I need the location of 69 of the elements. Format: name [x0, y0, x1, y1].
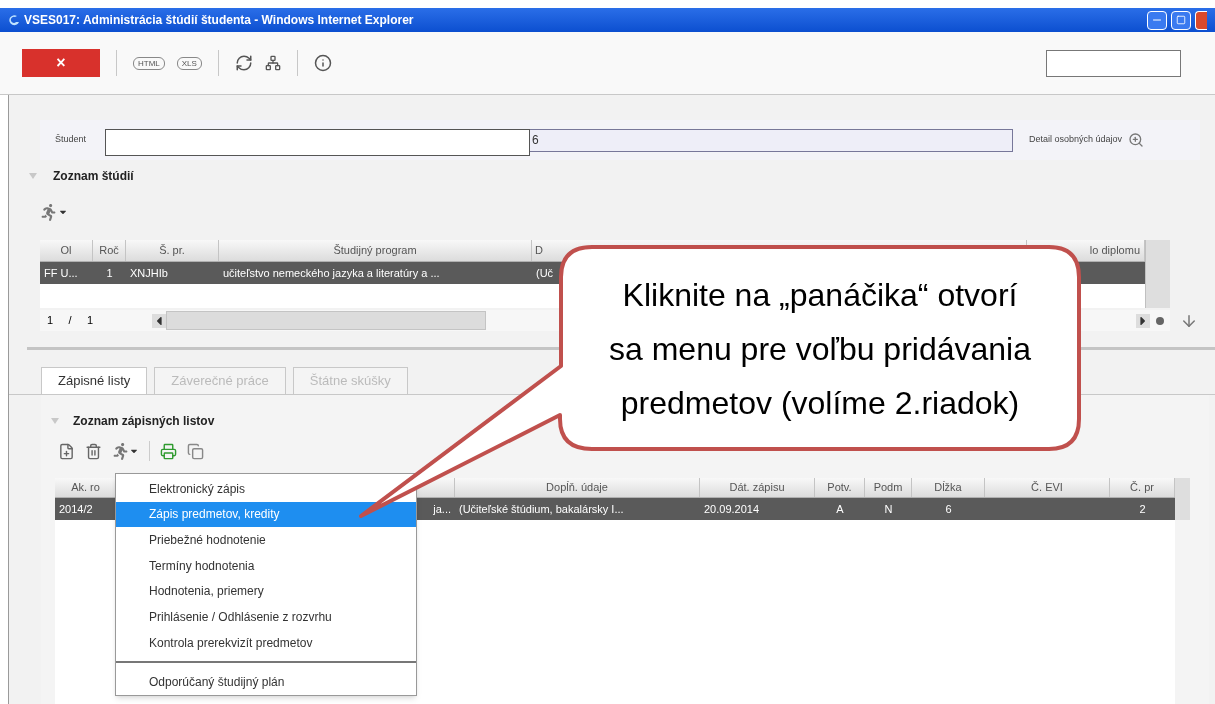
swoosh-icon [8, 14, 20, 26]
table-cell-text: A [836, 501, 844, 517]
window-title: VSES017: Administrácia štúdií študenta - Windows Internet Explorer [24, 12, 414, 29]
runner-icon[interactable] [40, 203, 57, 221]
column-header[interactable]: D [535, 242, 543, 259]
column-header[interactable]: Potv. [827, 479, 852, 496]
section-title: Zoznam štúdií [53, 168, 134, 185]
table-cell-text: 20.09.2014 [704, 501, 760, 517]
field-value: 6 [532, 132, 539, 149]
page-number: 1 [45, 313, 55, 329]
table-cell-text: ja... [433, 501, 451, 517]
column-header[interactable]: Š. pr. [159, 242, 185, 259]
runner-icon[interactable] [112, 442, 129, 460]
menu-item[interactable]: Prihlásenie / Odhlásenie z rozvrhu [116, 604, 416, 630]
table-cell-text: FF U... [44, 265, 78, 281]
trash-icon[interactable] [85, 442, 102, 460]
field-label: Študent [55, 133, 88, 147]
tab[interactable]: Zápisné listy [41, 367, 148, 394]
scroll-right-icon[interactable] [1136, 313, 1150, 328]
column-header[interactable]: Ak. ro [71, 479, 100, 496]
table-cell-text: 2 [1139, 501, 1146, 517]
column-header[interactable]: Dĺžka [934, 479, 962, 496]
column-header[interactable]: Študijný program [333, 242, 417, 259]
column-header[interactable]: Roč [99, 242, 119, 259]
column-header[interactable]: Dát. zápisu [729, 479, 785, 496]
menu-item[interactable]: Hodnotenia, priemery [116, 578, 416, 605]
table-cell-text: 1 [106, 265, 113, 281]
search-field[interactable] [1046, 49, 1181, 77]
menu-item[interactable]: Termíny hodnotenia [116, 552, 416, 579]
menu-item[interactable]: Zápis predmetov, kredity [116, 501, 416, 528]
column-header[interactable]: lo diplomu [1089, 242, 1140, 259]
refresh-icon[interactable] [234, 54, 253, 72]
maximize-button[interactable] [1171, 10, 1191, 30]
printer-icon[interactable] [160, 442, 177, 460]
scroll-left-icon[interactable] [152, 313, 166, 328]
export-button[interactable]: XLS [176, 56, 202, 70]
zoom-icon[interactable] [1128, 132, 1145, 148]
tree-icon[interactable] [264, 55, 281, 71]
copy-icon[interactable] [187, 442, 204, 460]
detail-link[interactable]: Detail osobných údajov [1029, 133, 1123, 147]
section-title: Zoznam zápisných listov [73, 413, 215, 430]
new-document-icon[interactable] [58, 442, 75, 460]
table-cell-text: XNJHIb [130, 265, 168, 281]
close-form-button[interactable]: × [22, 49, 100, 77]
menu-item[interactable]: Kontrola prerekvizít predmetov [116, 629, 416, 656]
table-cell-text: N [884, 501, 893, 517]
info-icon[interactable] [313, 54, 332, 72]
horizontal-scrollbar[interactable] [166, 311, 486, 330]
close-button[interactable] [1195, 10, 1207, 30]
column-header[interactable]: Podm [873, 479, 903, 496]
table-cell-text: (Uč [536, 265, 554, 281]
menu-item[interactable]: Odporúčaný študijný plán [116, 669, 416, 695]
column-header[interactable]: Č. EVI [1031, 479, 1063, 496]
table-cell-text: 6 [945, 501, 952, 517]
column-header[interactable]: Dopĺň. údaje [546, 479, 608, 496]
table-cell-text: 2014/2 [59, 501, 93, 517]
page-separator: / [67, 313, 73, 329]
maximize-icon [1176, 15, 1186, 25]
scrollbar[interactable] [1145, 240, 1170, 308]
page-count: 1 [85, 313, 95, 329]
export-button[interactable]: HTML [133, 56, 165, 70]
scrollbar[interactable] [1175, 478, 1190, 520]
table-cell-text: učiteľstvo nemeckého jazyka a literatúry a ... [223, 265, 440, 281]
menu-item[interactable]: Priebežné hodnotenie [116, 527, 416, 553]
minimize-button[interactable] [1147, 10, 1167, 30]
column-header[interactable]: Ol [60, 242, 72, 259]
table-cell-text: (Učiteľské štúdium, bakalársky I... [459, 501, 624, 517]
column-header[interactable]: Č. pr [1130, 479, 1154, 496]
callout-text: Kliknite na „panáčika“ otvorí sa menu pre voľbu pridávania predmetov (volíme 2.riadok) [608, 276, 1032, 423]
